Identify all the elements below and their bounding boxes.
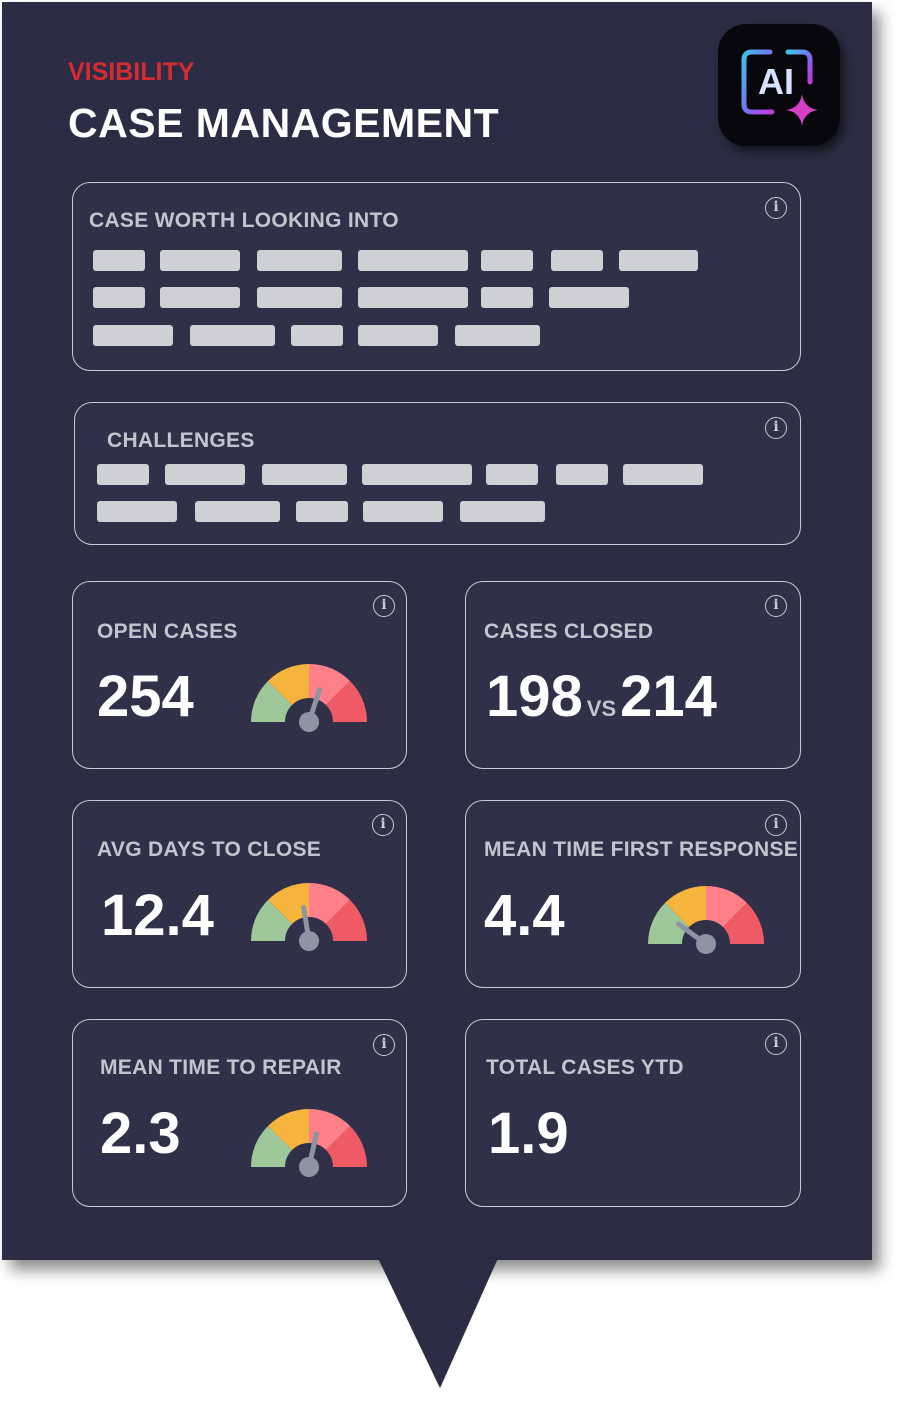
gauge-hub xyxy=(299,1157,319,1177)
text-placeholder xyxy=(362,464,472,485)
ai-sparkle-icon: AI xyxy=(741,49,818,126)
cases-closed-compare-value: 214 xyxy=(620,664,717,729)
card-title: CASES CLOSED xyxy=(484,620,654,643)
open-cases-value: 254 xyxy=(97,664,194,729)
text-placeholder xyxy=(93,250,145,271)
text-placeholder xyxy=(551,250,603,271)
info-icon[interactable]: i xyxy=(373,1034,395,1056)
text-placeholder xyxy=(190,325,275,346)
text-placeholder xyxy=(97,464,149,485)
info-icon[interactable]: i xyxy=(372,814,394,836)
total-ytd-value: 1.9 xyxy=(488,1101,569,1166)
info-icon[interactable]: i xyxy=(765,814,787,836)
cases-closed-card: CASES CLOSED i 198 VS214 xyxy=(465,581,801,769)
text-placeholder xyxy=(481,250,533,271)
text-placeholder xyxy=(481,287,533,308)
section-eyebrow: VISIBILITY xyxy=(68,58,195,86)
svg-text:AI: AI xyxy=(758,61,794,102)
text-placeholder xyxy=(257,250,342,271)
gauge-hub xyxy=(299,931,319,951)
text-placeholder xyxy=(93,325,173,346)
page-title: CASE MANAGEMENT xyxy=(68,100,500,146)
info-icon[interactable]: i xyxy=(765,1033,787,1055)
open-cases-card: OPEN CASES i 254 xyxy=(72,581,407,769)
text-placeholder xyxy=(97,501,177,522)
case-management-callout: VISIBILITY CASE MANAGEMENT AI CASE WORTH… xyxy=(0,0,900,1406)
card-title: MEAN TIME TO REPAIR xyxy=(100,1056,342,1079)
mean-first-response-value: 4.4 xyxy=(484,883,565,948)
text-placeholder xyxy=(549,287,629,308)
mean-first-response-card: MEAN TIME FIRST RESPONSE i 4.4 xyxy=(465,800,801,988)
text-placeholder xyxy=(486,464,538,485)
challenges-card: CHALLENGES i xyxy=(74,402,801,545)
avg-days-card: AVG DAYS TO CLOSE i 12.4 xyxy=(72,800,407,988)
card-title: MEAN TIME FIRST RESPONSE xyxy=(484,838,799,861)
card-title: OPEN CASES xyxy=(97,620,238,643)
text-placeholder xyxy=(460,501,545,522)
vs-label: VS xyxy=(586,696,617,721)
text-placeholder xyxy=(160,250,240,271)
card-title: TOTAL CASES YTD xyxy=(486,1056,684,1079)
gauge-hub xyxy=(696,934,716,954)
text-placeholder xyxy=(165,464,245,485)
text-placeholder xyxy=(455,325,540,346)
gauge-hub xyxy=(299,712,319,732)
text-placeholder xyxy=(358,287,468,308)
info-icon[interactable]: i xyxy=(765,417,787,439)
text-placeholder xyxy=(619,250,698,271)
text-placeholder xyxy=(257,287,342,308)
text-placeholder xyxy=(93,287,145,308)
text-placeholder xyxy=(556,464,608,485)
ai-badge[interactable]: AI xyxy=(718,24,840,146)
card-title: AVG DAYS TO CLOSE xyxy=(97,838,322,861)
avg-days-value: 12.4 xyxy=(101,883,214,948)
case-worth-card: CASE WORTH LOOKING INTO i xyxy=(72,182,801,371)
info-icon[interactable]: i xyxy=(765,197,787,219)
open-cases-gauge xyxy=(251,664,367,732)
mean-repair-value: 2.3 xyxy=(100,1101,181,1166)
text-placeholder xyxy=(358,325,438,346)
cases-closed-value: 198 xyxy=(486,664,583,729)
text-placeholder xyxy=(195,501,280,522)
cases-closed-value-row: 198 VS214 xyxy=(486,668,717,726)
info-icon[interactable]: i xyxy=(765,595,787,617)
text-placeholder xyxy=(291,325,343,346)
total-ytd-card: TOTAL CASES YTD i 1.9 xyxy=(465,1019,801,1207)
text-placeholder xyxy=(363,501,443,522)
text-placeholder xyxy=(262,464,347,485)
avg-days-gauge xyxy=(251,883,367,951)
info-icon[interactable]: i xyxy=(373,595,395,617)
mean-repair-gauge xyxy=(251,1109,367,1177)
card-title: CHALLENGES xyxy=(107,429,255,452)
text-placeholder xyxy=(296,501,348,522)
card-title: CASE WORTH LOOKING INTO xyxy=(89,209,399,232)
mean-repair-card: MEAN TIME TO REPAIR i 2.3 xyxy=(72,1019,407,1207)
text-placeholder xyxy=(623,464,703,485)
text-placeholder xyxy=(160,287,240,308)
text-placeholder xyxy=(358,250,468,271)
mean-first-response-gauge xyxy=(648,886,764,954)
